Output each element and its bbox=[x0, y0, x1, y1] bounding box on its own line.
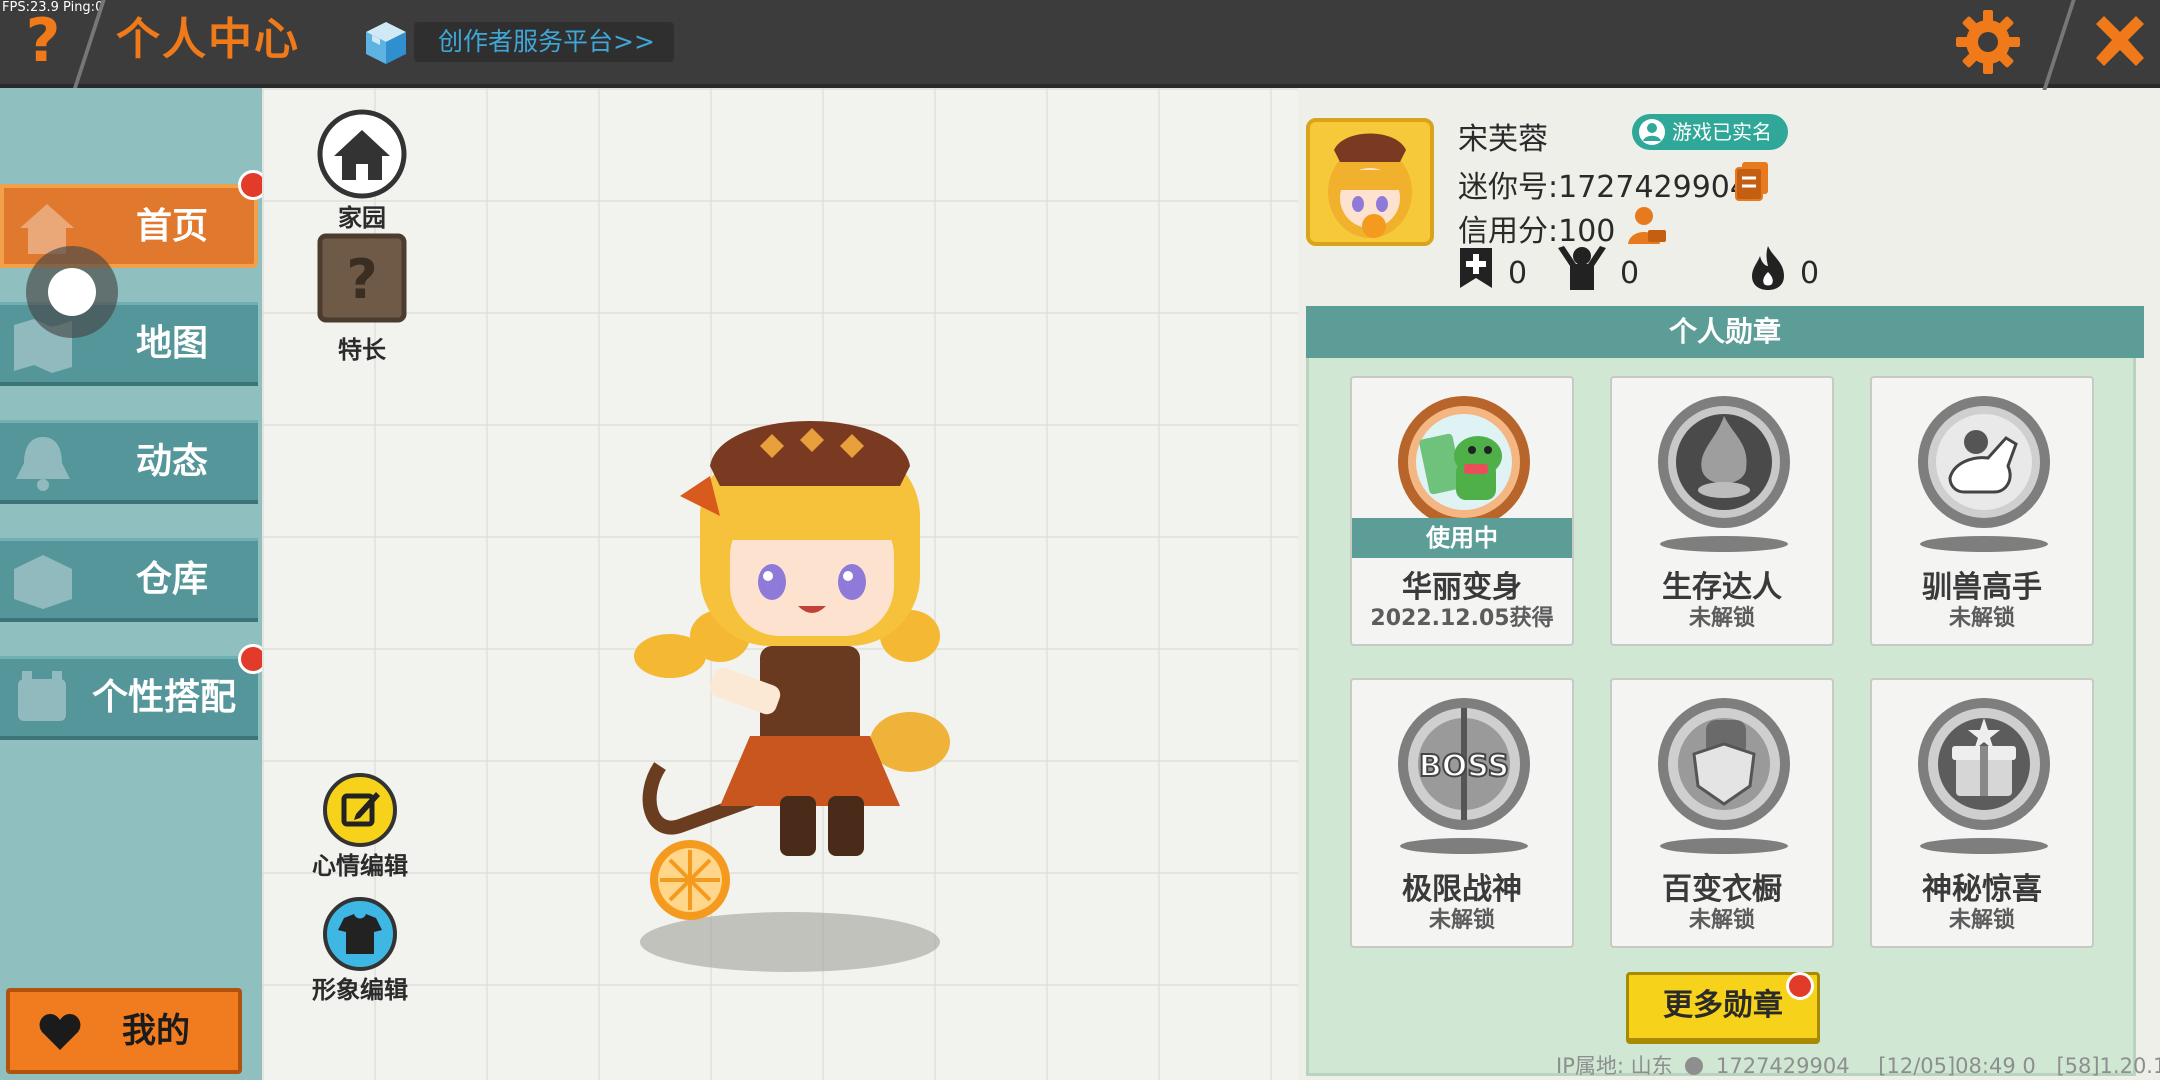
medal-status: 未解锁 bbox=[1688, 606, 1755, 631]
mood-edit-label: 心情编辑 bbox=[312, 852, 408, 880]
page-title: 个人中心 bbox=[116, 14, 300, 65]
svg-text:BOSS: BOSS bbox=[1419, 749, 1509, 784]
box-icon bbox=[14, 555, 72, 609]
tab-home[interactable]: 首页 bbox=[0, 184, 258, 268]
medal-card-wardrobe[interactable]: 百变衣橱 未解锁 bbox=[1610, 678, 1834, 948]
joystick-knob[interactable] bbox=[48, 268, 96, 316]
appearance-edit-label: 形象编辑 bbox=[312, 976, 408, 1004]
heart-icon bbox=[39, 1014, 81, 1050]
medal-card-warrior[interactable]: BOSS 极限战神 未解锁 bbox=[1350, 678, 1574, 948]
outfit-icon bbox=[18, 671, 66, 721]
avatar-image bbox=[1310, 122, 1430, 242]
medal-status: 未解锁 bbox=[1688, 908, 1755, 933]
copy-icon[interactable] bbox=[1734, 160, 1770, 202]
medal-card-tamer[interactable]: 驯兽高手 未解锁 bbox=[1870, 376, 2094, 646]
status-footer: IP属地: 山东 1727429904 [12/05]08:49 0 [58]1… bbox=[1556, 1050, 2160, 1080]
info-icon bbox=[1685, 1057, 1704, 1075]
tab-activity[interactable]: 动态 bbox=[0, 420, 258, 504]
medal-shadow bbox=[1660, 838, 1788, 854]
avatar[interactable] bbox=[1306, 118, 1434, 246]
plus-icon bbox=[1460, 248, 1492, 288]
medal-shadow bbox=[1920, 536, 2048, 552]
ip-location: IP属地: 山东 bbox=[1556, 1054, 1673, 1078]
bell-icon bbox=[16, 437, 70, 491]
mystery-box-icon[interactable]: ? bbox=[316, 232, 408, 324]
player-name: 宋芙蓉 bbox=[1458, 122, 1548, 157]
shirt-icon[interactable] bbox=[322, 896, 398, 972]
fans-icon bbox=[1558, 246, 1606, 290]
stat-value: 0 bbox=[1800, 256, 1820, 291]
footer-uid: 1727429904 bbox=[1715, 1054, 1850, 1078]
cube-icon[interactable] bbox=[362, 18, 410, 66]
footer-version: [58]1.20.10 bbox=[2056, 1054, 2160, 1078]
gear-icon[interactable] bbox=[1954, 8, 2022, 76]
tab-label: 地图 bbox=[135, 323, 208, 364]
medal-header: 个人勋章 bbox=[1306, 306, 2144, 358]
medal-shadow bbox=[1400, 838, 1528, 854]
medal-status: 2022.12.05获得 bbox=[1370, 606, 1554, 631]
talent-label: 特长 bbox=[338, 336, 386, 364]
medal-card-surprise[interactable]: 神秘惊喜 未解锁 bbox=[1870, 678, 2094, 948]
home-garden-label: 家园 bbox=[338, 204, 386, 232]
tab-label: 动态 bbox=[135, 441, 208, 482]
mini-id: 迷你号:1727429904 bbox=[1458, 170, 1749, 205]
home-garden-icon[interactable] bbox=[316, 108, 408, 200]
stat-value: 0 bbox=[1508, 256, 1528, 291]
horse-medal-icon bbox=[1918, 396, 2050, 528]
medal-shadow bbox=[1920, 838, 2048, 854]
svg-text:?: ? bbox=[346, 248, 377, 311]
close-icon[interactable] bbox=[2086, 8, 2154, 76]
verified-badge: 游戏已实名 bbox=[1632, 114, 1788, 150]
medal-status: 未解锁 bbox=[1948, 908, 2015, 933]
mine-button[interactable]: 我的 bbox=[6, 988, 242, 1074]
top-bar bbox=[0, 0, 2160, 88]
medal-card-transform[interactable]: 使用中 华丽变身 2022.12.05获得 bbox=[1350, 376, 1574, 646]
verified-label: 游戏已实名 bbox=[1672, 120, 1772, 144]
help-icon[interactable]: ? bbox=[18, 8, 68, 74]
credit-user-icon[interactable] bbox=[1626, 204, 1668, 246]
shield-medal-icon bbox=[1658, 698, 1790, 830]
boss-medal-icon: BOSS bbox=[1398, 698, 1530, 830]
footer-timestamp: [12/05]08:49 0 bbox=[1878, 1054, 2036, 1078]
dino-costume-medal-icon bbox=[1398, 396, 1530, 528]
stat-value: 0 bbox=[1620, 256, 1640, 291]
medal-status: 未解锁 bbox=[1428, 908, 1495, 933]
medal-card-survival[interactable]: 生存达人 未解锁 bbox=[1610, 376, 1834, 646]
edit-icon[interactable] bbox=[322, 772, 398, 848]
player-character bbox=[634, 421, 950, 972]
tab-outfit[interactable]: 个性搭配 bbox=[0, 656, 258, 740]
flame-icon bbox=[1752, 246, 1784, 290]
medal-status: 未解锁 bbox=[1948, 606, 2015, 631]
notification-dot bbox=[1786, 972, 1814, 1000]
campfire-medal-icon bbox=[1658, 396, 1790, 528]
user-check-icon bbox=[1639, 119, 1665, 145]
in-use-badge: 使用中 bbox=[1352, 518, 1572, 558]
medal-shadow bbox=[1660, 536, 1788, 552]
tab-label: 仓库 bbox=[135, 559, 208, 600]
mine-button-label: 我的 bbox=[122, 1011, 190, 1051]
creator-platform-link[interactable]: 创作者服务平台>> bbox=[414, 22, 674, 62]
tab-label: 个性搭配 bbox=[91, 677, 236, 718]
tab-storage[interactable]: 仓库 bbox=[0, 538, 258, 622]
tab-label: 首页 bbox=[135, 206, 208, 247]
gift-medal-icon bbox=[1918, 698, 2050, 830]
